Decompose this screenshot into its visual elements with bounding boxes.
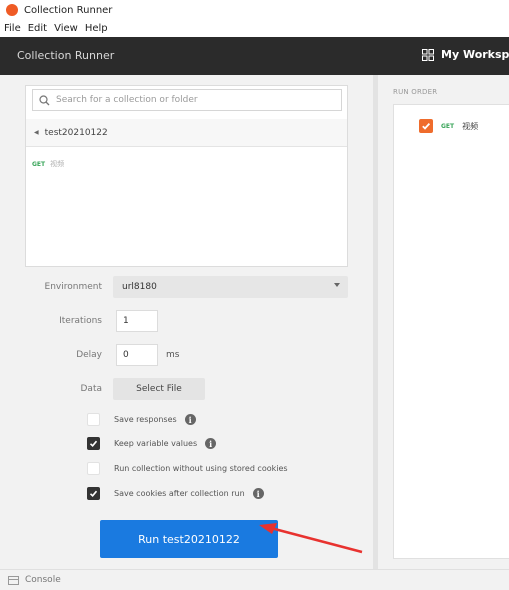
delay-label: Delay [76, 350, 102, 360]
chevron-down-icon [334, 283, 340, 287]
collection-name: test20210122 [44, 127, 108, 138]
check-icon [89, 490, 98, 497]
request-method-badge: GET [32, 160, 46, 168]
no-stored-cookies-label: Run collection without using stored cook… [114, 464, 288, 473]
save-responses-checkbox[interactable] [87, 413, 100, 426]
environment-select[interactable]: url8180 [113, 276, 348, 298]
option-no-stored-cookies[interactable]: Run collection without using stored cook… [87, 462, 296, 475]
menu-help[interactable]: Help [85, 23, 108, 34]
search-input[interactable] [56, 95, 316, 105]
save-cookies-checkbox[interactable] [87, 487, 100, 500]
info-icon[interactable]: i [184, 414, 196, 425]
run-collection-button[interactable]: Run test20210122 [100, 520, 278, 558]
iterations-label: Iterations [59, 316, 102, 326]
title-bar: Collection Runner [0, 0, 509, 20]
environment-label: Environment [44, 282, 102, 292]
postman-logo-icon [6, 4, 18, 16]
search-box[interactable] [32, 89, 342, 111]
menu-bar: File Edit View Help [0, 20, 509, 37]
save-cookies-label: Save cookies after collection run [114, 489, 245, 498]
header-title: Collection Runner [17, 49, 115, 62]
run-order-title: RUN ORDER [393, 88, 438, 96]
option-keep-variable-values[interactable]: Keep variable values i [87, 437, 217, 450]
iterations-input[interactable]: 1 [116, 310, 158, 332]
info-icon[interactable]: i [205, 438, 217, 449]
run-order-panel: RUN ORDER GET 视频 [379, 75, 509, 569]
menu-view[interactable]: View [54, 23, 78, 34]
request-name: 视频 [462, 121, 479, 131]
console-button[interactable]: Console [25, 575, 61, 585]
data-label: Data [80, 384, 103, 394]
info-icon[interactable]: i [252, 488, 264, 499]
app-header: Collection Runner My Workspace [0, 37, 509, 75]
run-order-checkbox[interactable] [419, 119, 433, 133]
save-responses-label: Save responses [114, 415, 177, 424]
menu-file[interactable]: File [4, 23, 21, 34]
status-bar: Console [0, 569, 509, 590]
collection-list: ◀ test20210122 GET 视频 [25, 85, 348, 267]
select-file-button[interactable]: Select File [113, 378, 205, 400]
search-icon [39, 94, 50, 105]
caret-left-icon[interactable]: ◀ [34, 129, 39, 136]
run-order-list: GET 视频 [393, 104, 509, 559]
check-icon [89, 440, 98, 447]
workspace-grid-icon [422, 48, 434, 61]
no-stored-cookies-checkbox[interactable] [87, 462, 100, 475]
window-title: Collection Runner [24, 4, 113, 16]
keep-variable-values-label: Keep variable values [114, 439, 198, 448]
option-save-cookies[interactable]: Save cookies after collection run i [87, 487, 264, 500]
keep-variable-values-checkbox[interactable] [87, 437, 100, 450]
option-save-responses[interactable]: Save responses i [87, 413, 196, 426]
workspace-switcher[interactable]: My Workspace [422, 48, 509, 61]
request-method-badge: GET [441, 122, 455, 130]
collection-item[interactable]: ◀ test20210122 [26, 119, 347, 147]
request-name: 视频 [50, 160, 65, 168]
environment-value: url8180 [122, 282, 157, 292]
menu-edit[interactable]: Edit [28, 23, 47, 34]
run-order-item[interactable]: GET 视频 [419, 119, 478, 133]
annotation-arrow-icon [259, 523, 363, 554]
check-icon [422, 122, 431, 130]
scrollbar-thumb[interactable] [373, 75, 378, 569]
runner-config-panel: ◀ test20210122 GET 视频 Environment url818… [0, 75, 372, 569]
request-item[interactable]: GET 视频 [32, 159, 64, 169]
delay-input[interactable]: 0 [116, 344, 158, 366]
delay-unit: ms [166, 350, 180, 360]
workspace-name: My Workspace [441, 48, 509, 61]
console-icon[interactable] [8, 575, 19, 585]
